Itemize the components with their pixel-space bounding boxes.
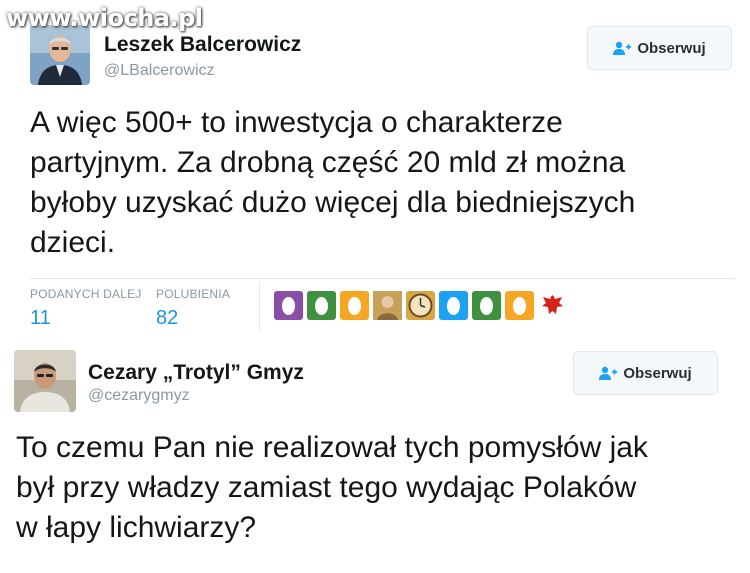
stats-separator	[259, 282, 260, 330]
egg-icon	[282, 296, 295, 315]
display-name[interactable]: Leszek Balcerowicz	[104, 33, 301, 57]
liker-avatar[interactable]	[472, 291, 501, 320]
handle[interactable]: @cezarygmyz	[88, 387, 190, 405]
retweets-count: 11	[30, 307, 51, 329]
tweet-gmyz: Cezary „Trotyl” Gmyz @cezarygmyz Obserwu…	[0, 340, 750, 573]
liker-avatar[interactable]	[406, 291, 435, 320]
tweet-text: To czemu Pan nie realizował tych pomysłó…	[16, 431, 648, 544]
retweets-stat[interactable]: PODANYCH DALEJ 11	[30, 287, 142, 330]
liker-avatar[interactable]	[340, 291, 369, 320]
liker-avatar[interactable]	[505, 291, 534, 320]
avatar[interactable]	[14, 350, 76, 412]
liker-avatar[interactable]	[538, 291, 567, 320]
egg-icon	[315, 296, 328, 315]
add-user-icon	[613, 41, 632, 55]
follow-button[interactable]: Obserwuj	[573, 351, 718, 395]
divider	[30, 278, 735, 279]
avatar[interactable]	[30, 25, 90, 85]
liker-avatar[interactable]	[439, 291, 468, 320]
liker-avatar[interactable]	[307, 291, 336, 320]
eagle-icon	[538, 291, 567, 320]
liker-avatars	[274, 291, 567, 320]
display-name[interactable]: Cezary „Trotyl” Gmyz	[88, 361, 304, 385]
follow-button[interactable]: Obserwuj	[587, 26, 732, 70]
photo-avatar-icon	[373, 291, 402, 320]
liker-avatar[interactable]	[373, 291, 402, 320]
egg-icon	[513, 296, 526, 315]
tweet-text: A więc 500+ to inwestycja o charakterze …	[30, 106, 636, 259]
follow-label: Obserwuj	[623, 364, 692, 382]
retweets-label: PODANYCH DALEJ	[30, 287, 142, 301]
tweet-balcerowicz: Leszek Balcerowicz @LBalcerowicz Obserwu…	[0, 0, 750, 340]
likes-count: 82	[156, 307, 179, 329]
likes-label: POLUBIENIA	[156, 287, 231, 301]
handle[interactable]: @LBalcerowicz	[104, 62, 215, 80]
follow-label: Obserwuj	[637, 39, 706, 57]
clock-icon	[408, 293, 433, 318]
egg-icon	[447, 296, 460, 315]
likes-stat[interactable]: POLUBIENIA 82	[156, 287, 230, 330]
egg-icon	[348, 296, 361, 315]
egg-icon	[480, 296, 493, 315]
watermark: www.wiocha.pl	[6, 4, 203, 32]
liker-avatar[interactable]	[274, 291, 303, 320]
add-user-icon	[599, 366, 618, 380]
